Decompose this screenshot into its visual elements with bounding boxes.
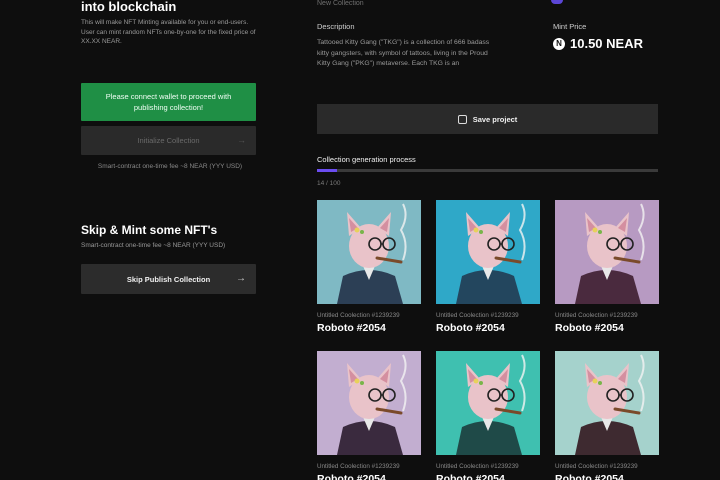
skip-fee: Smart-contract one-time fee ~8 NEAR (YYY…: [81, 242, 226, 249]
nft-name: Roboto #2054: [555, 473, 624, 480]
description-fade: [317, 66, 495, 84]
save-project-button[interactable]: Save project: [317, 104, 658, 134]
progress-title: Collection generation process: [317, 155, 416, 164]
nft-card[interactable]: Untitled Coolection #1239239 Roboto #2054: [555, 200, 659, 334]
connect-wallet-button[interactable]: Please connect wallet to proceed with pu…: [81, 83, 256, 121]
nft-image: [436, 351, 540, 455]
nft-image: [555, 351, 659, 455]
publish-description: This will make NFT Minting available for…: [81, 19, 256, 45]
save-icon: [457, 114, 467, 124]
mint-price: N 10.50 NEAR: [553, 36, 643, 51]
progress-fill: [317, 169, 338, 172]
nft-collection-label: Untitled Coolection #1239239: [317, 463, 400, 470]
nft-name: Roboto #2054: [317, 473, 386, 480]
nft-name: Roboto #2054: [436, 322, 505, 334]
nft-image: [555, 200, 659, 304]
nft-image: [317, 200, 421, 304]
initialize-fee: Smart-contract one-time fee ~8 NEAR (YYY…: [97, 163, 243, 170]
nft-collection-label: Untitled Coolection #1239239: [436, 463, 519, 470]
nft-collection-label: Untitled Coolection #1239239: [436, 312, 519, 319]
nft-card[interactable]: Untitled Coolection #1239239 Roboto #2054: [436, 351, 540, 480]
nft-card[interactable]: Untitled Coolection #1239239 Roboto #2054: [436, 200, 540, 334]
initialize-collection-button[interactable]: Initialize Collection →: [81, 126, 256, 155]
collection-name: New Collection: [317, 0, 364, 7]
nft-card[interactable]: Untitled Coolection #1239239 Roboto #2054: [317, 200, 421, 334]
nft-name: Roboto #2054: [436, 473, 505, 480]
skip-publish-label: Skip Publish Collection: [126, 274, 211, 284]
mint-price-value: 10.50 NEAR: [570, 36, 643, 51]
mint-price-label: Mint Price: [553, 22, 587, 31]
nft-image: [436, 200, 540, 304]
nft-card[interactable]: Untitled Coolection #1239239 Roboto #2054: [317, 351, 421, 480]
progress-bar: [317, 169, 658, 172]
nft-card[interactable]: Untitled Coolection #1239239 Roboto #2054: [555, 351, 659, 480]
skip-mint-title: Skip & Mint some NFT's: [81, 223, 218, 237]
skip-publish-button[interactable]: Skip Publish Collection →: [81, 264, 256, 294]
progress-count: 14 / 100: [317, 180, 341, 187]
arrow-right-icon: →: [236, 273, 246, 284]
nft-name: Roboto #2054: [317, 322, 386, 334]
nft-image: [317, 351, 421, 455]
nft-collection-label: Untitled Coolection #1239239: [555, 312, 638, 319]
status-indicator: [551, 0, 563, 4]
initialize-collection-label: Initialize Collection: [137, 136, 200, 145]
nft-collection-label: Untitled Coolection #1239239: [555, 463, 638, 470]
description-label: Description: [317, 22, 355, 31]
publish-title: into blockchain: [81, 0, 177, 14]
near-icon: N: [553, 37, 565, 50]
save-project-label: Save project: [472, 114, 518, 124]
nft-collection-label: Untitled Coolection #1239239: [317, 312, 400, 319]
arrow-right-icon: →: [237, 135, 246, 145]
nft-name: Roboto #2054: [555, 322, 624, 334]
